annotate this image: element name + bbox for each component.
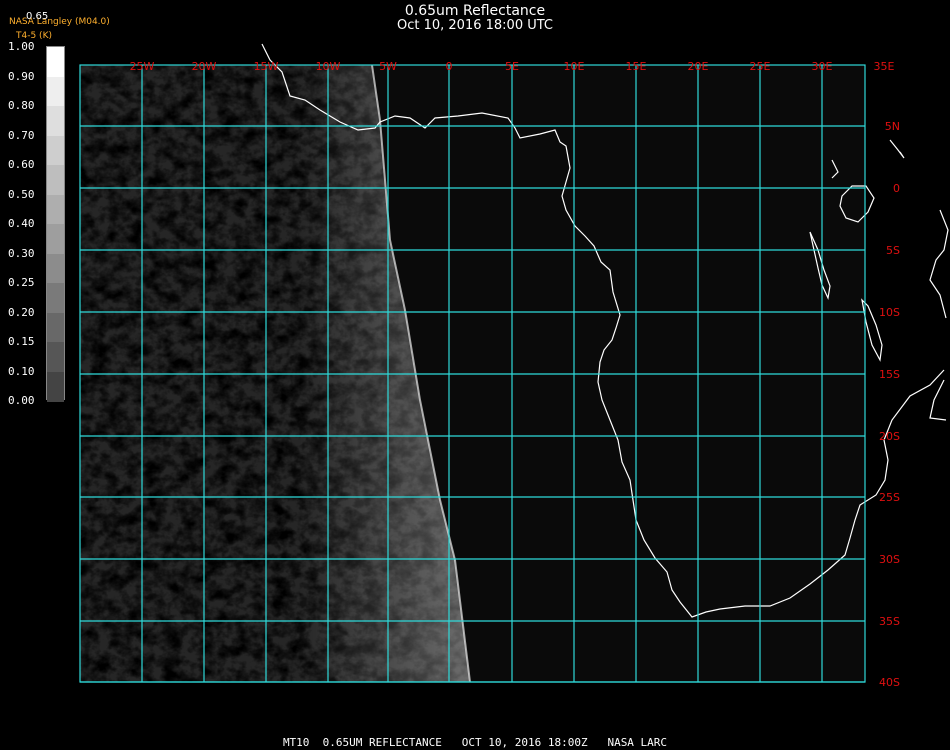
footer-caption: MT10 0.65UM REFLECTANCE OCT 10, 2016 18:…	[282, 736, 668, 749]
ethiopia-coast	[889, 139, 905, 159]
longitude-label: 25E	[750, 60, 771, 73]
longitude-label: 5E	[505, 60, 519, 73]
longitude-label: 20E	[688, 60, 709, 73]
longitude-label: 10E	[564, 60, 585, 73]
latitude-label: 20S	[879, 430, 900, 443]
madagascar-coast	[929, 379, 947, 421]
arabian-coastline	[929, 209, 949, 319]
longitude-label: 25W	[130, 60, 155, 73]
longitude-label: 20W	[192, 60, 217, 73]
latitude-label: 25S	[879, 491, 900, 504]
latitude-label: 0	[893, 182, 900, 195]
satellite-map: 25W 20W 15W 10W 5W 0 5E 10E 15E 20E 25E 30E 35E 5N05…	[79, 43, 949, 689]
latitude-label: 35S	[879, 615, 900, 628]
longitude-label: 15E	[626, 60, 647, 73]
longitude-label: 35E	[874, 60, 895, 73]
latitude-label: 40S	[879, 676, 900, 689]
latitude-label: 5N	[885, 120, 900, 133]
longitude-label: 5W	[379, 60, 397, 73]
latitude-label: 30S	[879, 553, 900, 566]
latitude-labels: 5N 0 5S 10S 15S 20S 25S 30S 35S 40S	[879, 120, 900, 689]
longitude-label: 15W	[254, 60, 279, 73]
longitude-label: 30E	[812, 60, 833, 73]
longitude-label: 0	[446, 60, 453, 73]
latitude-label: 15S	[879, 368, 900, 381]
latitude-label: 10S	[879, 306, 900, 319]
longitude-label: 10W	[316, 60, 341, 73]
latitude-label: 5S	[886, 244, 900, 257]
